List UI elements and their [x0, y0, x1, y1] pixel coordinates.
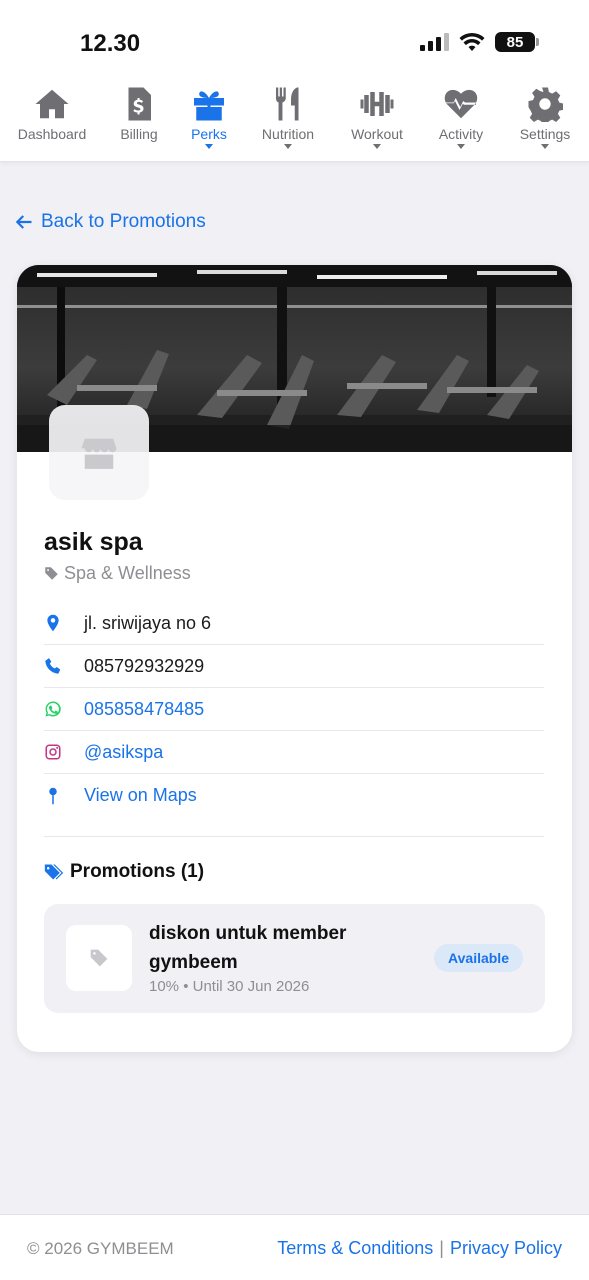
- nav-label: Perks: [191, 126, 227, 142]
- nav-label: Dashboard: [17, 126, 87, 142]
- map-pushpin-icon: [49, 787, 57, 804]
- instagram-icon: [45, 744, 61, 760]
- promotion-title: diskon untuk member gymbeem: [149, 923, 347, 973]
- whatsapp-row: 085858478485: [44, 688, 544, 731]
- business-contact-list: jl. sriwijaya no 6 085792932929 08585847…: [44, 602, 544, 817]
- footer: © 2026 GYMBEEM Terms & Conditions | Priv…: [0, 1214, 589, 1280]
- nav-item-nutrition[interactable]: Nutrition: [243, 86, 333, 149]
- status-icons: 85: [420, 32, 539, 52]
- view-on-maps-link[interactable]: View on Maps: [84, 785, 197, 806]
- gift-icon: [194, 91, 224, 121]
- promotion-card[interactable]: diskon untuk member gymbeem 10% • Until …: [44, 904, 545, 1013]
- instagram-link[interactable]: @asikspa: [84, 742, 163, 763]
- wifi-icon: [459, 32, 485, 51]
- cellular-signal-icon: [420, 33, 449, 51]
- status-time: 12.30: [80, 30, 141, 57]
- status-bar: 12.30 85: [0, 0, 589, 78]
- nav-item-perks[interactable]: Perks: [164, 86, 254, 149]
- business-category: Spa & Wellness: [44, 563, 191, 584]
- home-icon: [35, 89, 69, 119]
- instagram-row: @asikspa: [44, 731, 544, 774]
- top-nav: Dashboard Billing Perks Nutrition Workou…: [0, 78, 589, 162]
- battery-icon: 85: [495, 32, 539, 52]
- heart-pulse-icon: [444, 89, 478, 119]
- gear-icon: [528, 87, 563, 122]
- tags-icon: [44, 864, 64, 880]
- arrow-left-icon: [15, 215, 32, 229]
- promotions-heading-label: Promotions (1): [70, 861, 205, 882]
- back-link-label: Back to Promotions: [41, 211, 206, 232]
- chevron-down-icon: [541, 144, 549, 149]
- chevron-down-icon: [457, 144, 465, 149]
- nav-label: Nutrition: [261, 126, 315, 142]
- nav-item-workout[interactable]: Workout: [332, 86, 422, 149]
- status-badge: Available: [434, 944, 523, 972]
- nav-label: Activity: [438, 126, 484, 142]
- copyright-text: © 2026 GYMBEEM: [27, 1239, 174, 1258]
- tag-icon: [90, 949, 108, 967]
- phone-icon: [45, 658, 61, 674]
- billing-icon: [128, 87, 151, 121]
- tag-icon: [45, 567, 58, 580]
- whatsapp-icon: [45, 701, 61, 717]
- promotion-meta: 10% • Until 30 Jun 2026: [149, 978, 310, 995]
- chevron-down-icon: [284, 144, 292, 149]
- nav-item-activity[interactable]: Activity: [416, 86, 506, 149]
- terms-link[interactable]: Terms & Conditions: [277, 1238, 433, 1259]
- business-category-label: Spa & Wellness: [64, 563, 191, 583]
- business-card: asik spa Spa & Wellness jl. sriwijaya no…: [17, 265, 572, 1052]
- promotion-thumbnail: [66, 925, 132, 991]
- section-divider: [44, 836, 544, 837]
- address-row: jl. sriwijaya no 6: [44, 602, 544, 645]
- business-logo-placeholder: [49, 405, 149, 500]
- nav-item-settings[interactable]: Settings: [500, 86, 589, 149]
- privacy-link[interactable]: Privacy Policy: [450, 1238, 562, 1259]
- business-name: asik spa: [44, 528, 143, 556]
- back-to-promotions-link[interactable]: Back to Promotions: [15, 211, 206, 233]
- dumbbell-icon: [360, 92, 394, 116]
- nav-item-dashboard[interactable]: Dashboard: [7, 86, 97, 142]
- nav-label: Settings: [519, 126, 571, 142]
- store-icon: [81, 438, 117, 469]
- phone-text: 085792932929: [84, 655, 205, 676]
- address-text: jl. sriwijaya no 6: [84, 612, 212, 633]
- nav-label: Billing: [120, 126, 158, 142]
- footer-links: Terms & Conditions | Privacy Policy: [277, 1238, 562, 1259]
- utensils-icon: [276, 87, 299, 121]
- map-pin-icon: [47, 614, 59, 632]
- maps-row: View on Maps: [44, 774, 544, 817]
- whatsapp-link[interactable]: 085858478485: [84, 699, 204, 720]
- phone-row: 085792932929: [44, 645, 544, 688]
- chevron-down-icon: [373, 144, 381, 149]
- chevron-down-icon: [205, 144, 213, 149]
- footer-separator: |: [439, 1238, 444, 1258]
- nav-label: Workout: [351, 126, 403, 142]
- promotions-heading: Promotions (1): [44, 861, 204, 883]
